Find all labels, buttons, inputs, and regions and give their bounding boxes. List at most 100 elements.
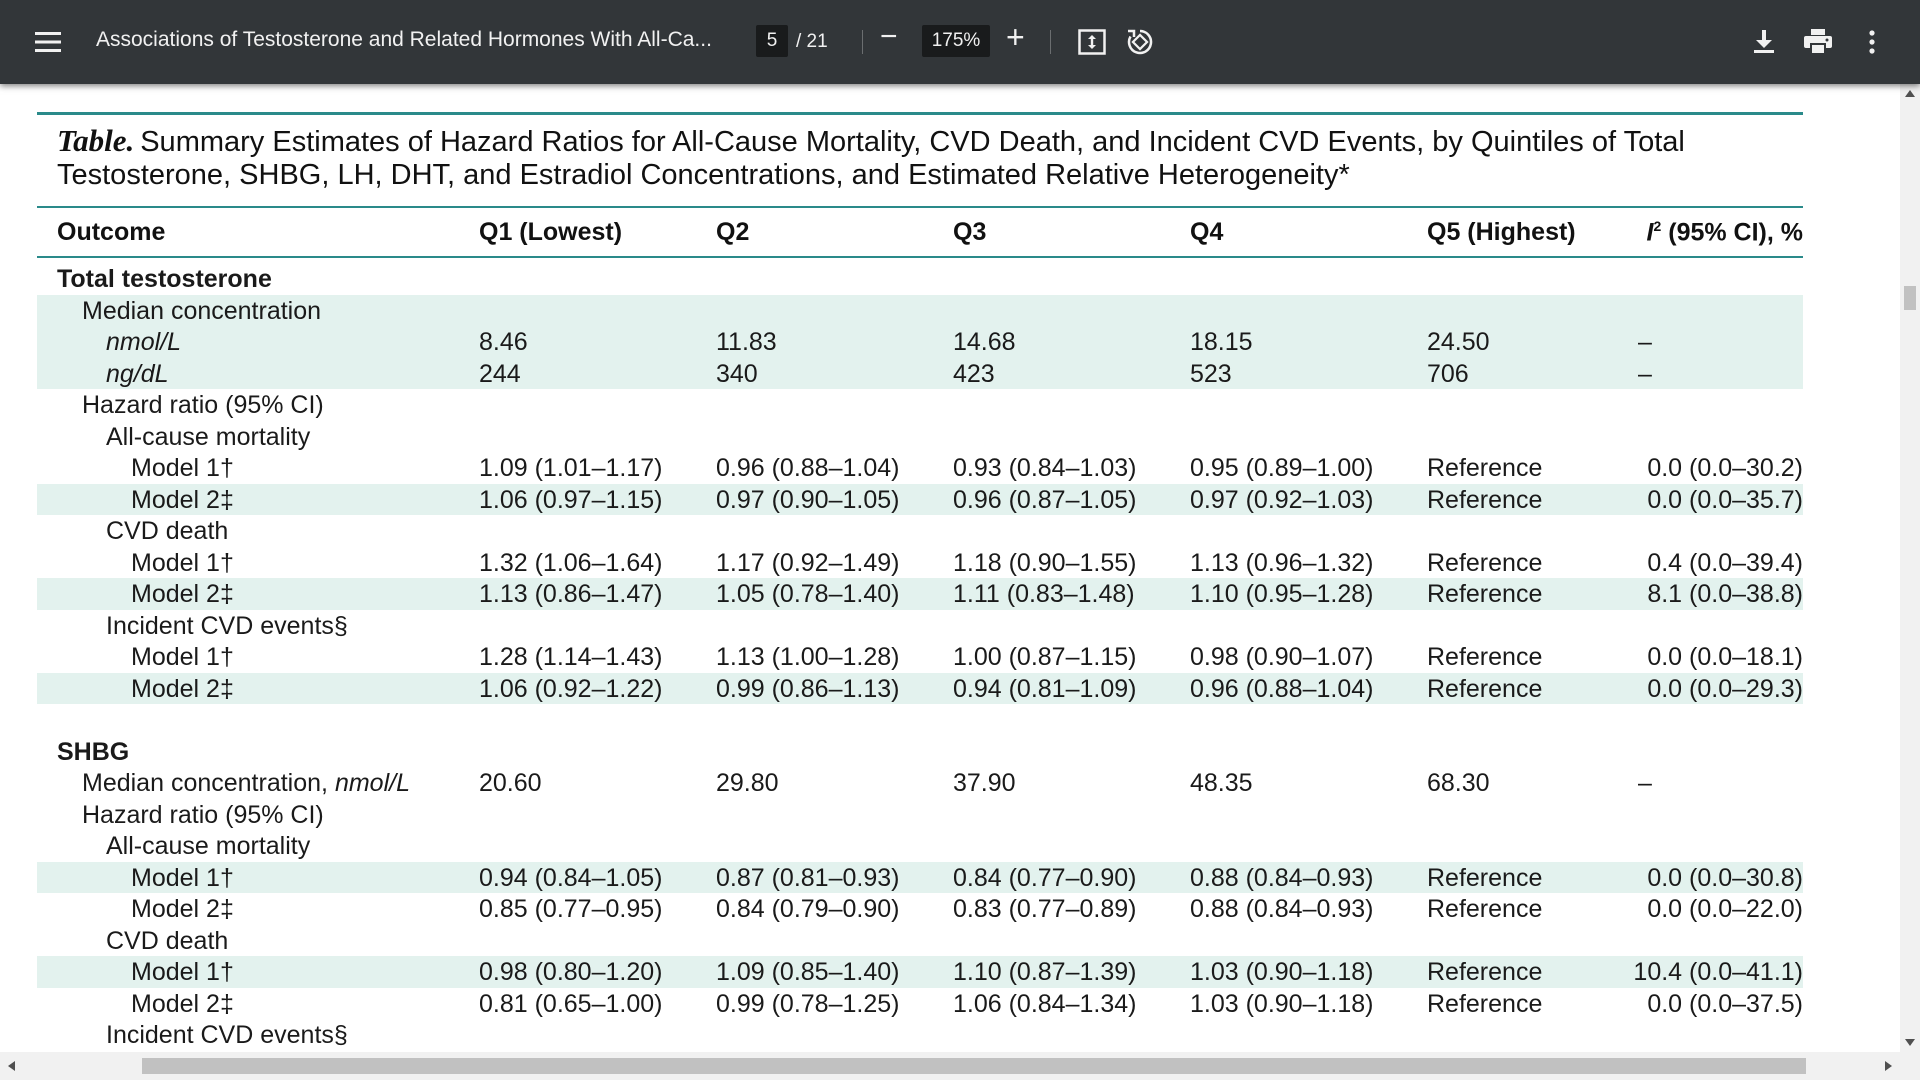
cell-i2: – bbox=[1638, 359, 1652, 388]
col-header-q2: Q2 bbox=[716, 218, 750, 246]
cell-q3: 0.83 (0.77–0.89) bbox=[953, 895, 1137, 923]
table-caption-label: Table. bbox=[57, 123, 135, 158]
scroll-down-arrow-icon[interactable] bbox=[1905, 1039, 1915, 1046]
cell-q2: 1.13 (1.00–1.28) bbox=[716, 643, 900, 671]
cell-q4: 1.03 (0.90–1.18) bbox=[1190, 989, 1374, 1018]
pdf-viewer[interactable]: Table. Summary Estimates of Hazard Ratios… bbox=[0, 84, 1900, 1052]
scroll-right-arrow-icon[interactable] bbox=[1885, 1061, 1892, 1071]
cell-q5: Reference bbox=[1427, 674, 1543, 703]
cell-q3: 1.11 (0.83–1.48) bbox=[953, 580, 1135, 608]
cell-i2: 0.0 (0.0–37.5) bbox=[1647, 989, 1803, 1018]
row-label: Incident CVD events§ bbox=[106, 611, 348, 640]
cell-i2: – bbox=[1638, 769, 1652, 797]
row-label: Model 1† bbox=[131, 863, 234, 892]
cell-q2: 0.99 (0.78–1.25) bbox=[716, 989, 900, 1018]
table-top-rule bbox=[37, 112, 1803, 115]
cell-i2: 0.4 (0.0–39.4) bbox=[1647, 548, 1803, 577]
cell-q4: 48.35 bbox=[1190, 769, 1253, 797]
zoom-out-button[interactable]: − bbox=[880, 20, 898, 54]
cell-q2: 0.84 (0.79–0.90) bbox=[716, 895, 900, 923]
row-label: Model 2‡ bbox=[131, 674, 234, 703]
vertical-scrollbar[interactable] bbox=[1900, 84, 1920, 1052]
row-label: Median concentration, nmol/L bbox=[82, 769, 410, 797]
row-label: CVD death bbox=[106, 926, 229, 955]
cell-q2: 0.99 (0.86–1.13) bbox=[716, 674, 900, 703]
horizontal-scroll-thumb[interactable] bbox=[142, 1058, 1806, 1074]
row-label-unit: nmol/L bbox=[334, 769, 410, 797]
cell-q5: Reference bbox=[1427, 548, 1543, 577]
pdf-toolbar: Associations of Testosterone and Related… bbox=[0, 0, 1920, 84]
cell-q3: 0.84 (0.77–0.90) bbox=[953, 863, 1137, 892]
zoom-in-button[interactable]: + bbox=[1006, 19, 1025, 56]
cell-q4: 1.03 (0.90–1.18) bbox=[1190, 958, 1374, 986]
horizontal-scrollbar[interactable] bbox=[0, 1052, 1920, 1080]
cell-q2: 1.05 (0.78–1.40) bbox=[716, 580, 900, 608]
row-label: Model 1† bbox=[131, 454, 234, 482]
document-title: Associations of Testosterone and Related… bbox=[96, 28, 712, 51]
more-vert-icon[interactable] bbox=[1856, 26, 1888, 58]
row-label: nmol/L bbox=[106, 328, 182, 356]
cell-q4: 1.13 (0.96–1.32) bbox=[1190, 548, 1374, 577]
col-header-q5: Q5 (Highest) bbox=[1427, 218, 1576, 246]
cell-q2: 0.96 (0.88–1.04) bbox=[716, 454, 900, 482]
row-label: All-cause mortality bbox=[106, 422, 311, 451]
cell-i2: – bbox=[1638, 328, 1652, 356]
col-header-q3: Q3 bbox=[953, 218, 987, 246]
cell-q1: 1.32 (1.06–1.64) bbox=[479, 548, 663, 577]
cell-q3: 1.18 (0.90–1.55) bbox=[953, 548, 1137, 577]
page-number-input[interactable]: 5 bbox=[756, 25, 788, 57]
vertical-scroll-thumb[interactable] bbox=[1904, 286, 1916, 310]
cell-q3: 14.68 bbox=[953, 328, 1016, 356]
download-icon[interactable] bbox=[1748, 26, 1780, 58]
cell-q2: 1.17 (0.92–1.49) bbox=[716, 548, 900, 577]
cell-q2: 11.83 bbox=[716, 328, 777, 356]
col-header-q1: Q1 (Lowest) bbox=[479, 218, 623, 246]
row-label: Total testosterone bbox=[57, 265, 272, 293]
cell-q1: 0.85 (0.77–0.95) bbox=[479, 895, 663, 923]
menu-icon[interactable] bbox=[32, 26, 64, 58]
cell-q4: 0.98 (0.90–1.07) bbox=[1190, 643, 1374, 671]
print-icon[interactable] bbox=[1802, 26, 1834, 58]
cell-q1: 244 bbox=[479, 359, 521, 388]
zoom-level-input[interactable]: 175% bbox=[922, 25, 990, 57]
cell-q2: 0.97 (0.90–1.05) bbox=[716, 485, 900, 514]
cell-q1: 1.06 (0.97–1.15) bbox=[479, 485, 663, 514]
cell-q1: 8.46 bbox=[479, 328, 528, 356]
cell-q3: 1.00 (0.87–1.15) bbox=[953, 643, 1137, 671]
cell-q4: 0.95 (0.89–1.00) bbox=[1190, 454, 1374, 482]
cell-q2: 29.80 bbox=[716, 769, 779, 797]
row-label: Model 1† bbox=[131, 643, 234, 671]
cell-q1: 1.13 (0.86–1.47) bbox=[479, 580, 663, 608]
i2-label-rest: (95% CI), % bbox=[1661, 218, 1803, 247]
row-label: Median concentration bbox=[82, 296, 322, 325]
col-header-outcome: Outcome bbox=[57, 218, 166, 246]
cell-q1: 0.98 (0.80–1.20) bbox=[479, 958, 663, 986]
cell-q3: 1.10 (0.87–1.39) bbox=[953, 958, 1137, 986]
row-label: CVD death bbox=[106, 517, 229, 545]
cell-q5: 68.30 bbox=[1427, 769, 1490, 797]
cell-i2: 0.0 (0.0–30.2) bbox=[1647, 454, 1803, 482]
cell-q5: 24.50 bbox=[1427, 328, 1490, 356]
row-label: Model 2‡ bbox=[131, 895, 234, 923]
cell-q2: 1.09 (0.85–1.40) bbox=[716, 958, 900, 986]
cell-q3: 0.94 (0.81–1.09) bbox=[953, 674, 1137, 703]
cell-q5: Reference bbox=[1427, 454, 1543, 482]
toolbar-divider bbox=[1050, 30, 1051, 54]
cell-q1: 1.06 (0.92–1.22) bbox=[479, 674, 663, 703]
row-label: All-cause mortality bbox=[106, 832, 311, 860]
scroll-up-arrow-icon[interactable] bbox=[1905, 90, 1915, 97]
cell-q4: 523 bbox=[1190, 359, 1232, 388]
cell-q3: 1.06 (0.84–1.34) bbox=[953, 989, 1137, 1018]
header-rule-top bbox=[37, 206, 1803, 208]
scroll-left-arrow-icon[interactable] bbox=[8, 1061, 15, 1071]
rotate-icon[interactable] bbox=[1124, 26, 1156, 58]
fit-page-icon[interactable] bbox=[1076, 26, 1108, 58]
row-label: Hazard ratio (95% CI) bbox=[82, 800, 324, 829]
cell-q1: 0.81 (0.65–1.00) bbox=[479, 989, 663, 1018]
row-label: Model 1† bbox=[131, 548, 234, 577]
cell-q5: Reference bbox=[1427, 863, 1543, 892]
cell-q4: 0.88 (0.84–0.93) bbox=[1190, 895, 1374, 923]
cell-i2: 8.1 (0.0–38.8) bbox=[1647, 580, 1803, 608]
i2-letter: I bbox=[1646, 218, 1654, 247]
cell-q3: 423 bbox=[953, 359, 995, 388]
